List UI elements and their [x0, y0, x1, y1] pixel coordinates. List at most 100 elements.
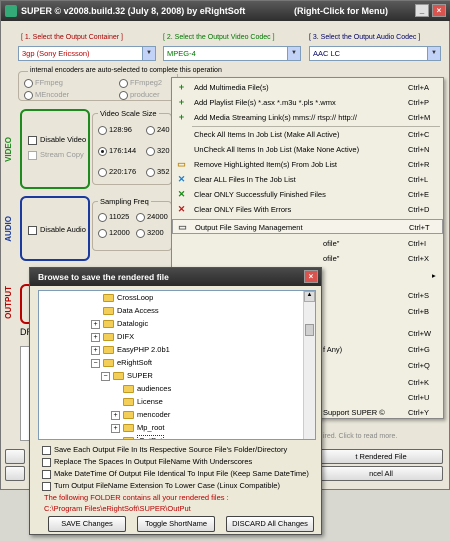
- folder-tree-item[interactable]: − eRightSoft: [91, 358, 152, 370]
- checkbox-icon: [28, 225, 37, 235]
- container-select[interactable]: 3gp (Sony Ericsson) ▼: [18, 46, 156, 61]
- folder-tree-item[interactable]: + mencoder: [111, 410, 171, 422]
- audio-codec-select[interactable]: AAC LC ▼: [309, 46, 441, 61]
- checkbox-icon: [42, 469, 51, 479]
- size-352-radio[interactable]: 352: [146, 167, 170, 177]
- option-keep-datetime[interactable]: Make DateTime Of Output File Identical T…: [42, 469, 309, 479]
- folder-label: mencoder: [137, 410, 171, 419]
- save-changes-button[interactable]: SAVE Changes: [48, 516, 126, 532]
- expand-toggle-icon[interactable]: −: [101, 372, 110, 381]
- menu-item-shortcut: Ctrl+L: [408, 175, 429, 184]
- option-save-in-source[interactable]: Save Each Output File In Its Respective …: [42, 445, 287, 455]
- menu-item-label: ofile": [323, 254, 340, 263]
- menu-item-remove-highlighted[interactable]: ▭ Remove HighLighted Item(s) From Job Lis…: [172, 157, 443, 172]
- folder-tree-item[interactable]: OutPut: [123, 435, 165, 439]
- freq-24000-radio[interactable]: 24000: [136, 212, 168, 222]
- menu-item-shortcut: Ctrl+N: [408, 145, 430, 154]
- tree-scrollbar[interactable]: ▲: [303, 291, 315, 439]
- menu-item-add-files[interactable]: + Add Multimedia File(s) Ctrl+A: [172, 80, 443, 95]
- folder-tree-item[interactable]: CrossLoop: [103, 293, 153, 305]
- folder-icon: [103, 346, 114, 355]
- option-lowercase-ext[interactable]: Turn Output FileName Extension To Lower …: [42, 481, 280, 491]
- size-128-radio[interactable]: 128:96: [98, 125, 132, 135]
- output-settings-icon: ▭: [178, 222, 187, 232]
- size-220-radio[interactable]: 220:176: [98, 167, 136, 177]
- disable-audio-checkbox[interactable]: Disable Audio: [28, 225, 86, 235]
- expand-toggle-icon[interactable]: +: [111, 411, 120, 420]
- folder-label: License: [137, 397, 163, 406]
- size-320-label: 320: [157, 146, 170, 155]
- minimize-button[interactable]: _: [415, 4, 429, 17]
- folder-tree-item[interactable]: License: [123, 397, 163, 409]
- render-file-button[interactable]: t Rendered File: [319, 449, 443, 464]
- disable-video-checkbox[interactable]: Disable Video: [28, 135, 86, 145]
- menu-item-check-all[interactable]: Check All Items In Job List (Make All Ac…: [172, 127, 443, 142]
- expand-toggle-icon[interactable]: +: [91, 346, 100, 355]
- dialog-close-button[interactable]: ×: [304, 270, 318, 283]
- scroll-up-icon[interactable]: ▲: [304, 291, 315, 302]
- folder-tree-item[interactable]: + Mp_root: [111, 423, 165, 435]
- folder-label: SUPER: [127, 371, 153, 380]
- freq-11025-radio[interactable]: 11025: [98, 212, 129, 222]
- size-320-radio[interactable]: 320: [146, 146, 170, 156]
- folder-tree-item[interactable]: + EasyPHP 2.0b1: [91, 345, 170, 357]
- audio-codec-value: AAC LC: [313, 49, 341, 58]
- expand-toggle-icon[interactable]: +: [111, 424, 120, 433]
- left-button-1[interactable]: [5, 449, 25, 464]
- folder-tree[interactable]: CrossLoop Data Access + Datalogic + DIFX + Easy…: [38, 290, 316, 440]
- size-240-radio[interactable]: 240: [146, 125, 170, 135]
- folder-tree-item[interactable]: + Datalogic: [91, 319, 148, 331]
- menu-item-clear-errors[interactable]: ✕ Clear ONLY Files With Errors Ctrl+D: [172, 202, 443, 217]
- add-file-icon: +: [178, 82, 185, 92]
- freq-11025-label: 11025: [109, 212, 130, 221]
- discard-changes-button[interactable]: DISCARD All Changes: [226, 516, 314, 532]
- menu-item-clear-all[interactable]: ✕ Clear ALL Files In The Job List Ctrl+L: [172, 172, 443, 187]
- expand-toggle-icon[interactable]: +: [91, 320, 100, 329]
- folder-tree-item[interactable]: + DIFX: [91, 332, 134, 344]
- add-playlist-icon: +: [178, 97, 185, 107]
- menu-item-uncheck-all[interactable]: UnCheck All Items In Job List (Make None…: [172, 142, 443, 157]
- radio-icon: [24, 90, 33, 100]
- size-176-radio[interactable]: 176:144: [98, 146, 136, 156]
- click-to-read-link[interactable]: ired. Click to read more.: [323, 433, 397, 440]
- freq-3200-radio[interactable]: 3200: [136, 228, 164, 238]
- menu-item-partial-2[interactable]: ofile" Ctrl+X: [172, 251, 443, 266]
- folder-tree-item[interactable]: Data Access: [103, 306, 159, 318]
- encoder-producer-label: producer: [130, 90, 160, 99]
- menu-item-add-playlist[interactable]: + Add Playlist File(s) *.asx *.m3u *.pls …: [172, 95, 443, 110]
- folder-tree-item[interactable]: audiences: [123, 384, 171, 396]
- folder-label: audiences: [137, 384, 172, 393]
- menu-item-shortcut: Ctrl+X: [408, 254, 430, 263]
- menu-item-add-stream[interactable]: + Add Media Streaming Link(s) mms:// rtsp…: [172, 110, 443, 125]
- sampling-title: Sampling Freq: [98, 197, 151, 206]
- menu-item-shortcut: Ctrl+P: [408, 98, 430, 107]
- stream-copy-checkbox[interactable]: Stream Copy: [28, 150, 84, 160]
- clear-errors-icon: ✕: [177, 204, 186, 214]
- folder-label: CrossLoop: [117, 293, 154, 302]
- close-button[interactable]: ×: [432, 4, 446, 17]
- scroll-thumb[interactable]: [305, 324, 314, 336]
- option-replace-spaces[interactable]: Replace The Spaces In Output FileName Wi…: [42, 457, 252, 467]
- freq-12000-radio[interactable]: 12000: [98, 228, 130, 238]
- option-label: Replace The Spaces In Output FileName Wi…: [54, 457, 253, 466]
- menu-item-shortcut: Ctrl+Q: [408, 361, 430, 370]
- expand-toggle-icon[interactable]: +: [91, 333, 100, 342]
- radio-icon: [98, 167, 107, 177]
- toggle-shortname-button[interactable]: Toggle ShortName: [137, 516, 215, 532]
- menu-item-partial-1[interactable]: ofile" Ctrl+I: [172, 236, 443, 251]
- video-side-label-wrap: VIDEO: [4, 109, 16, 189]
- menu-item-label: Remove HighLighted Item(s) From Job List: [194, 160, 337, 169]
- freq-12000-label: 12000: [109, 228, 130, 237]
- chevron-down-icon: ▼: [427, 47, 440, 60]
- radio-icon: [146, 167, 155, 177]
- disable-audio-label: Disable Audio: [40, 225, 86, 234]
- cancel-all-button[interactable]: ncel All: [319, 466, 443, 481]
- folder-tree-item[interactable]: − SUPER: [101, 371, 153, 383]
- menu-item-output-saving[interactable]: ▭ Output File Saving Management Ctrl+T: [172, 219, 443, 234]
- left-button-2[interactable]: [5, 466, 25, 481]
- menu-item-clear-finished[interactable]: ✕ Clear ONLY Successfully Finished Files C…: [172, 187, 443, 202]
- audio-side-label-wrap: AUDIO: [4, 196, 16, 261]
- expand-toggle-icon[interactable]: −: [91, 359, 100, 368]
- video-codec-select[interactable]: MPEG-4 ▼: [163, 46, 301, 61]
- folder-icon: [113, 372, 124, 381]
